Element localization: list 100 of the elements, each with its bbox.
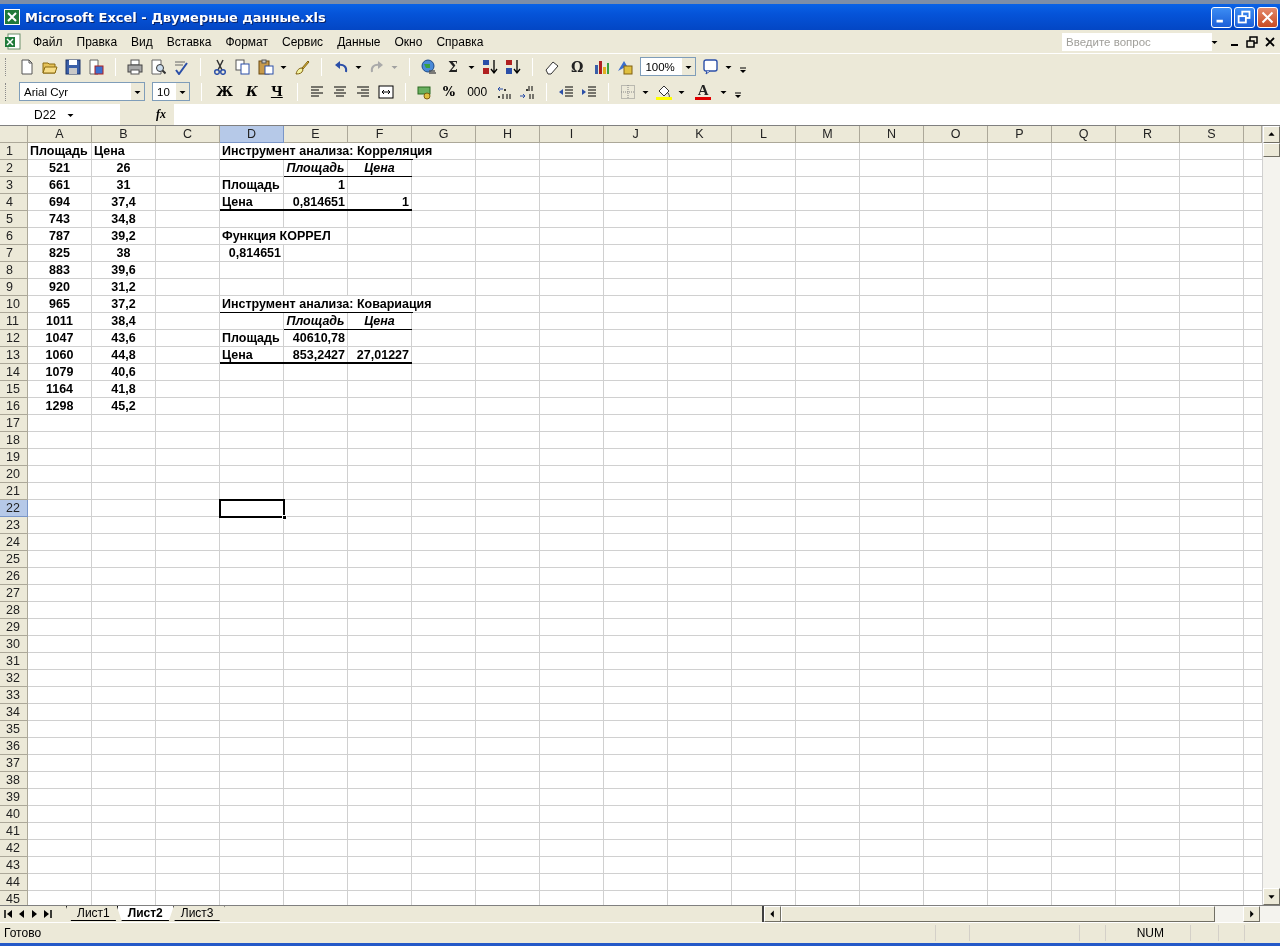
row-header[interactable]: 7 — [0, 245, 28, 262]
row-header[interactable]: 41 — [0, 823, 28, 840]
scroll-up-icon[interactable] — [1263, 126, 1280, 143]
menu-item[interactable]: Данные — [330, 32, 388, 51]
merge-cells-icon[interactable] — [377, 83, 394, 100]
align-right-icon[interactable] — [354, 83, 371, 100]
question-field[interactable]: Введите вопрос — [1062, 32, 1212, 51]
copy-icon[interactable] — [235, 58, 251, 75]
row-header[interactable]: 3 — [0, 177, 28, 194]
row-header[interactable]: 11 — [0, 313, 28, 330]
close-icon[interactable] — [1264, 35, 1276, 48]
sheet-tab[interactable]: Лист2 — [116, 906, 174, 921]
row-header[interactable]: 33 — [0, 687, 28, 704]
previous-sheet-icon[interactable] — [18, 909, 26, 919]
decrease-decimal-icon[interactable] — [519, 83, 536, 100]
column-header[interactable]: O — [924, 126, 988, 143]
horizontal-scrollbar[interactable] — [762, 906, 1280, 922]
currency-icon[interactable] — [416, 83, 433, 100]
column-header[interactable]: D — [220, 126, 284, 143]
row-header[interactable]: 39 — [0, 789, 28, 806]
document-icon[interactable] — [88, 58, 104, 75]
scroll-right-icon[interactable] — [1243, 906, 1260, 922]
font-field[interactable]: Arial Cyr — [19, 82, 145, 101]
row-header[interactable]: 21 — [0, 483, 28, 500]
column-header[interactable]: I — [540, 126, 604, 143]
column-header[interactable]: E — [284, 126, 348, 143]
column-header[interactable]: M — [796, 126, 860, 143]
row-header[interactable]: 18 — [0, 432, 28, 449]
row-header[interactable]: 16 — [0, 398, 28, 415]
scroll-down-icon[interactable] — [1263, 888, 1280, 905]
increase-indent-icon[interactable] — [581, 83, 598, 100]
row-header[interactable]: 14 — [0, 364, 28, 381]
excel-document-icon[interactable] — [4, 32, 22, 51]
row-header[interactable]: 40 — [0, 806, 28, 823]
row-header[interactable]: 13 — [0, 347, 28, 364]
row-header[interactable]: 44 — [0, 874, 28, 891]
column-header[interactable]: H — [476, 126, 540, 143]
row-header[interactable]: 42 — [0, 840, 28, 857]
row-header[interactable]: 15 — [0, 381, 28, 398]
restore-icon[interactable] — [1246, 35, 1258, 48]
column-header[interactable]: P — [988, 126, 1052, 143]
underline-button[interactable]: Ч — [267, 84, 286, 99]
row-header[interactable]: 17 — [0, 415, 28, 432]
next-sheet-icon[interactable] — [30, 909, 38, 919]
font-size-field[interactable]: 10 — [152, 82, 190, 101]
undo-arrow-icon[interactable] — [333, 58, 349, 75]
column-header[interactable]: K — [668, 126, 732, 143]
zoom-field[interactable]: 100% — [640, 57, 697, 76]
globe-icon[interactable] — [421, 58, 437, 75]
column-header[interactable]: G — [412, 126, 476, 143]
row-header[interactable]: 8 — [0, 262, 28, 279]
help-icon[interactable] — [703, 58, 720, 75]
first-sheet-icon[interactable] — [4, 909, 14, 919]
column-header[interactable]: B — [92, 126, 156, 143]
spelling-check-icon[interactable] — [173, 58, 189, 75]
row-header[interactable]: 24 — [0, 534, 28, 551]
menu-item[interactable]: Справка — [429, 32, 491, 51]
row-header[interactable]: 4 — [0, 194, 28, 211]
font-color-button[interactable]: A — [692, 83, 715, 100]
new-document-icon[interactable] — [19, 58, 35, 75]
menu-item[interactable]: Вставка — [159, 32, 219, 51]
column-header[interactable]: C — [156, 126, 220, 143]
thousands-button[interactable]: 000 — [465, 84, 490, 99]
sort-descending-icon[interactable] — [504, 58, 521, 75]
menu-item[interactable]: Сервис — [275, 32, 331, 51]
row-header[interactable]: 31 — [0, 653, 28, 670]
row-header[interactable]: 25 — [0, 551, 28, 568]
row-header[interactable]: 30 — [0, 636, 28, 653]
clipboard-icon[interactable] — [258, 58, 274, 75]
scroll-left-icon[interactable] — [764, 906, 781, 922]
align-center-icon[interactable] — [331, 83, 348, 100]
column-header[interactable]: L — [732, 126, 796, 143]
scissors-icon[interactable] — [212, 58, 228, 75]
row-header[interactable]: 19 — [0, 449, 28, 466]
row-header[interactable]: 32 — [0, 670, 28, 687]
menu-item[interactable]: Правка — [69, 32, 125, 51]
scroll-thumb[interactable] — [781, 906, 1215, 922]
row-header[interactable]: 5 — [0, 211, 28, 228]
scroll-thumb[interactable] — [1263, 143, 1280, 157]
row-header[interactable]: 6 — [0, 228, 28, 245]
row-header[interactable]: 37 — [0, 755, 28, 772]
chart-icon[interactable] — [594, 58, 611, 75]
active-cell-cursor[interactable] — [219, 499, 285, 518]
decrease-indent-icon[interactable] — [558, 83, 575, 100]
align-left-icon[interactable] — [308, 83, 325, 100]
row-header[interactable]: 27 — [0, 585, 28, 602]
row-header[interactable]: 22 — [0, 500, 28, 517]
vertical-scrollbar[interactable] — [1262, 126, 1280, 905]
formula-field[interactable] — [174, 104, 1280, 125]
printer-icon[interactable] — [127, 58, 143, 75]
menu-item[interactable]: Окно — [387, 32, 430, 51]
row-header[interactable]: 9 — [0, 279, 28, 296]
fill-color-icon[interactable] — [656, 83, 673, 100]
row-header[interactable]: 23 — [0, 517, 28, 534]
sort-ascending-icon[interactable] — [481, 58, 498, 75]
row-header[interactable]: 12 — [0, 330, 28, 347]
print-preview-icon[interactable] — [150, 58, 166, 75]
row-header[interactable]: 36 — [0, 738, 28, 755]
menu-item[interactable]: Формат — [218, 32, 276, 51]
symbol-button[interactable]: Ω — [566, 56, 588, 77]
